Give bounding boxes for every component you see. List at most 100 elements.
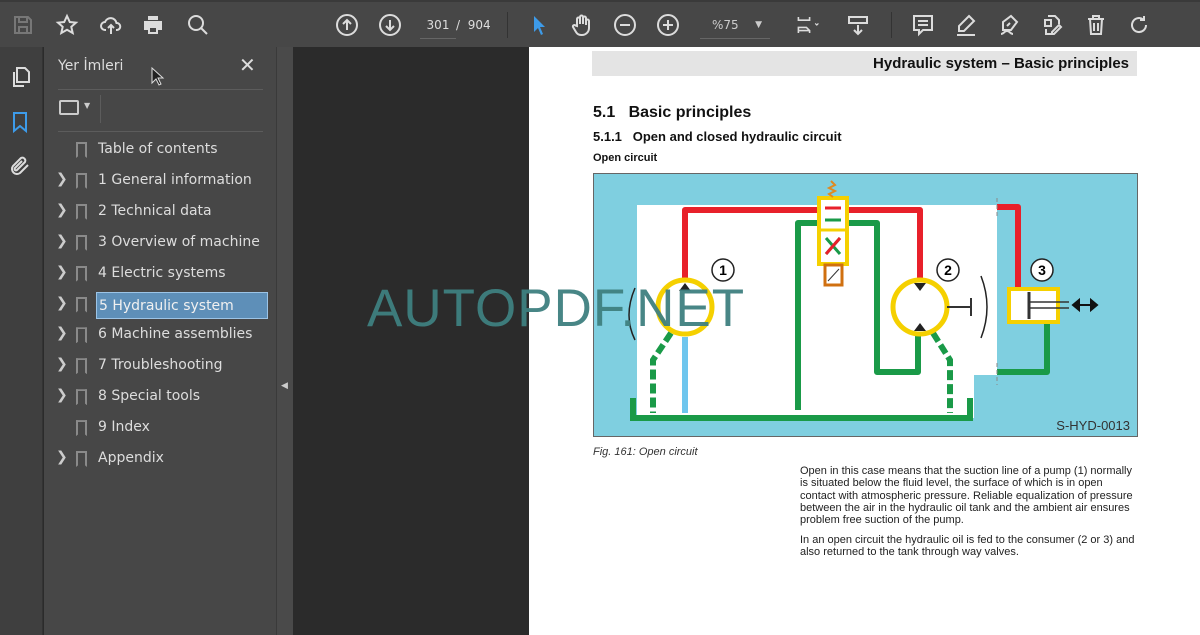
find-icon[interactable] [185, 12, 211, 38]
bookmark-label: 7 Troubleshooting [98, 357, 223, 374]
bookmark-label: 9 Index [98, 419, 150, 436]
list-icon [59, 100, 79, 115]
bookmark-icon [76, 389, 87, 406]
divider [58, 89, 263, 90]
bookmark-icon [76, 172, 87, 189]
figure-code: S-HYD-0013 [1056, 418, 1130, 433]
collapse-arrow-icon[interactable]: ◀ [281, 381, 288, 391]
bookmark-label: 6 Machine assemblies [98, 326, 253, 343]
bookmark-label: 8 Special tools [98, 388, 201, 405]
page-separator: / [456, 18, 461, 32]
page-up-icon[interactable] [334, 12, 360, 38]
bookmark-item[interactable]: ❯ 2 Technical data [44, 199, 276, 226]
zoom-in-icon[interactable] [655, 12, 681, 38]
cloud-upload-icon[interactable] [98, 12, 124, 38]
subheading: Open circuit [593, 152, 658, 164]
callout-label: 1 [719, 262, 727, 278]
panel-title: Yer İmleri [58, 58, 124, 74]
bookmark-label: Appendix [98, 450, 164, 466]
bookmark-item[interactable]: ❯ 8 Special tools [44, 384, 276, 411]
pages-icon[interactable] [8, 64, 34, 90]
paragraph: Open in this case means that the suction… [800, 465, 1133, 527]
chevron-right-icon[interactable]: ❯ [56, 171, 68, 187]
bookmark-label: 1 General information [98, 171, 252, 188]
bookmark-icon [76, 358, 87, 375]
chevron-right-icon[interactable]: ❯ [56, 325, 68, 341]
bookmark-icon [76, 142, 87, 158]
bookmark-icon [76, 451, 87, 467]
bookmark-icon [76, 296, 87, 313]
bookmark-label: 2 Technical data [98, 202, 212, 219]
bookmark-item[interactable]: ❯ 6 Machine assemblies [44, 322, 276, 349]
bookmark-label: 5 Hydraulic system [96, 291, 268, 319]
bookmark-icon [76, 234, 87, 251]
section-heading: 5.1 Basic principles [593, 104, 752, 121]
bookmark-item[interactable]: ❯ 3 Overview of machine [44, 230, 276, 257]
divider [507, 12, 508, 38]
toolbar: 301 / 904 %75 ▼ [0, 0, 1200, 47]
panel-splitter[interactable]: ◀ [276, 47, 293, 635]
sign-icon[interactable] [996, 12, 1022, 38]
page-number-input[interactable]: 301 [420, 15, 456, 39]
attachment-icon[interactable] [7, 153, 33, 179]
print-icon[interactable] [140, 12, 166, 38]
subsection-heading: 5.1.1 Open and closed hydraulic circuit [593, 129, 842, 144]
bookmarks-panel: Yer İmleri ✕ ▼ Table of contents ❯ 1 Gener… [44, 47, 276, 635]
bookmark-label: 4 Electric systems [98, 264, 226, 281]
figure-caption: Fig. 161: Open circuit [593, 446, 698, 458]
chevron-right-icon[interactable]: ❯ [56, 295, 68, 311]
cylinder-3 [1007, 287, 1060, 324]
page-total-value: 904 [467, 18, 491, 32]
bookmark-item[interactable]: 9 Index [44, 415, 276, 442]
bookmark-item[interactable]: ❯ Appendix [44, 446, 276, 473]
callout-label: 3 [1038, 262, 1046, 278]
bookmark-item[interactable]: ❯ 5 Hydraulic system [44, 291, 276, 319]
hand-icon[interactable] [569, 12, 595, 38]
bookmark-item[interactable]: ❯ 7 Troubleshooting [44, 353, 276, 380]
save-icon[interactable] [10, 12, 36, 38]
delete-icon[interactable] [1083, 12, 1109, 38]
chevron-down-icon: ▼ [84, 101, 91, 110]
left-rail [0, 47, 43, 635]
chevron-down-icon: ▼ [755, 20, 762, 30]
chevron-right-icon[interactable]: ❯ [56, 202, 68, 218]
divider [100, 95, 101, 123]
divider [891, 12, 892, 38]
comment-icon[interactable] [910, 12, 936, 38]
bookmark-icon [76, 420, 87, 437]
chevron-right-icon[interactable]: ❯ [56, 387, 68, 403]
callout-label: 2 [944, 262, 952, 278]
page-total: / 904 [456, 15, 491, 35]
chevron-right-icon[interactable]: ❯ [56, 356, 68, 372]
bookmark-item[interactable]: Table of contents [44, 137, 276, 164]
scroll-mode-icon[interactable] [845, 12, 871, 38]
bookmark-options-button[interactable]: ▼ [59, 99, 95, 119]
edit-pdf-icon[interactable] [1039, 12, 1065, 38]
fit-page-icon[interactable] [790, 12, 826, 38]
bookmark-item[interactable]: ❯ 1 General information [44, 168, 276, 195]
bookmark-icon[interactable] [7, 109, 33, 135]
highlight-icon[interactable] [953, 12, 979, 38]
chevron-right-icon[interactable]: ❯ [56, 264, 68, 280]
bookmark-label: Table of contents [98, 141, 218, 157]
chevron-right-icon[interactable]: ❯ [56, 449, 68, 465]
chevron-right-icon[interactable]: ❯ [56, 233, 68, 249]
bookmark-icon [76, 327, 87, 344]
divider [58, 131, 263, 132]
star-icon[interactable] [54, 12, 80, 38]
paragraph: In an open circuit the hydraulic oil is … [800, 534, 1135, 559]
bookmark-icon [76, 265, 87, 282]
running-header: Hydraulic system – Basic principles [592, 51, 1137, 76]
page-down-icon[interactable] [377, 12, 403, 38]
select-cursor-icon[interactable] [526, 12, 552, 38]
bookmark-icon [76, 203, 87, 220]
bookmark-label: 3 Overview of machine [98, 233, 260, 250]
zoom-select[interactable]: %75 ▼ [700, 15, 770, 39]
bookmark-item[interactable]: ❯ 4 Electric systems [44, 261, 276, 288]
zoom-value: %75 [712, 18, 739, 32]
pdf-page: Hydraulic system – Basic principles 5.1 … [529, 47, 1200, 635]
zoom-out-icon[interactable] [612, 12, 638, 38]
close-icon[interactable]: ✕ [239, 53, 256, 77]
mouse-cursor-icon [151, 67, 165, 86]
rotate-icon[interactable] [1126, 12, 1152, 38]
